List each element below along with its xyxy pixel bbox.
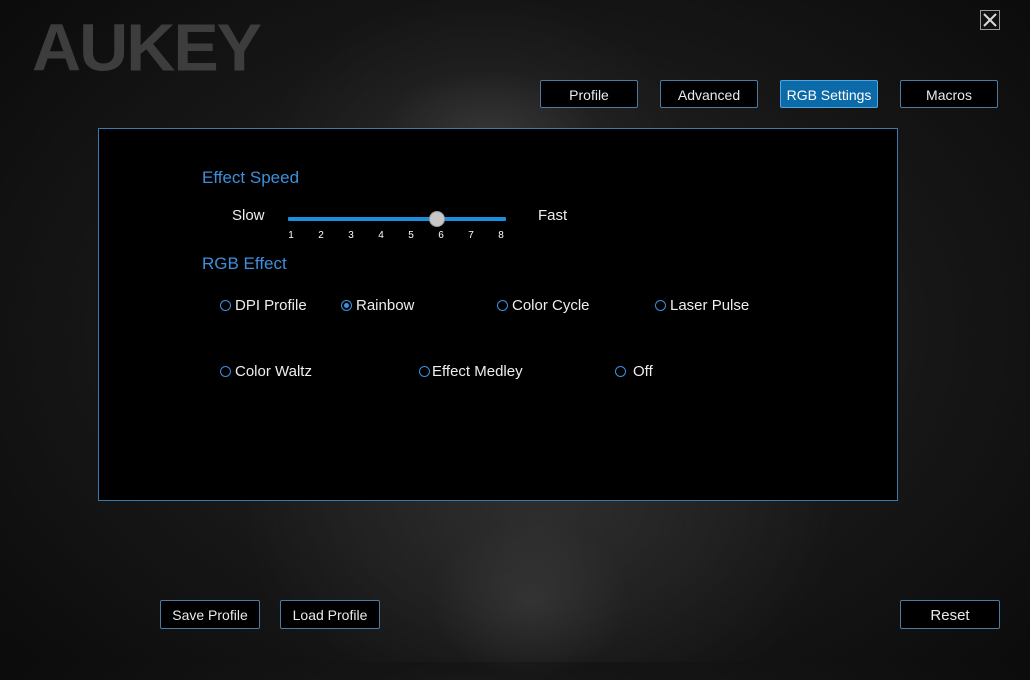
- radio-circle-icon: [497, 300, 508, 311]
- tab-macros[interactable]: Macros: [900, 80, 998, 108]
- slider-tick: 3: [348, 230, 354, 241]
- close-button[interactable]: [980, 10, 1000, 30]
- effect-speed-slider-thumb[interactable]: [429, 211, 445, 227]
- slider-tick: 8: [498, 230, 504, 241]
- effect-speed-title: Effect Speed: [202, 168, 300, 187]
- radio-laser-pulse[interactable]: Laser Pulse: [655, 297, 749, 314]
- radio-circle-icon: [615, 366, 626, 377]
- radio-color-cycle[interactable]: Color Cycle: [497, 297, 590, 314]
- tab-rgb-settings[interactable]: RGB Settings: [780, 80, 878, 108]
- rgb-settings-panel: Effect Speed Slow Fast 1 2 3 4 5 6 7 8 R…: [98, 128, 898, 501]
- radio-off[interactable]: Off: [615, 363, 653, 380]
- tab-advanced[interactable]: Advanced: [660, 80, 758, 108]
- radio-rainbow[interactable]: Rainbow: [341, 297, 414, 314]
- radio-checked-icon: [341, 300, 352, 311]
- radio-label: Laser Pulse: [670, 297, 750, 314]
- slider-tick: 5: [408, 230, 414, 241]
- radio-label: Rainbow: [356, 297, 415, 314]
- aukey-logo: AUKEY: [32, 10, 262, 86]
- radio-circle-icon: [655, 300, 666, 311]
- radio-effect-medley[interactable]: Effect Medley: [419, 363, 523, 380]
- radio-circle-icon: [220, 300, 231, 311]
- load-profile-button[interactable]: Load Profile: [280, 600, 380, 629]
- slider-tick: 2: [318, 230, 324, 241]
- radio-label: Effect Medley: [432, 363, 523, 380]
- rgb-effect-title: RGB Effect: [202, 254, 287, 273]
- tab-profile[interactable]: Profile: [540, 80, 638, 108]
- radio-circle-icon: [419, 366, 430, 377]
- radio-circle-icon: [220, 366, 231, 377]
- save-profile-button[interactable]: Save Profile: [160, 600, 260, 629]
- radio-color-waltz[interactable]: Color Waltz: [220, 363, 312, 380]
- reset-button[interactable]: Reset: [900, 600, 1000, 629]
- slider-tick: 7: [468, 230, 474, 241]
- slider-tick: 4: [378, 230, 384, 241]
- radio-label: DPI Profile: [235, 297, 307, 314]
- background-mouse-shape: [430, 520, 630, 680]
- slider-tick: 6: [438, 230, 444, 241]
- radio-dpi-profile[interactable]: DPI Profile: [220, 297, 307, 314]
- radio-label: Color Cycle: [512, 297, 590, 314]
- slider-max-label: Fast: [538, 207, 568, 224]
- effect-speed-slider-track[interactable]: [288, 217, 506, 221]
- slider-tick: 1: [288, 230, 294, 241]
- radio-label: Color Waltz: [235, 363, 312, 380]
- slider-min-label: Slow: [232, 207, 265, 224]
- radio-label: Off: [633, 363, 653, 380]
- close-icon: [983, 13, 997, 27]
